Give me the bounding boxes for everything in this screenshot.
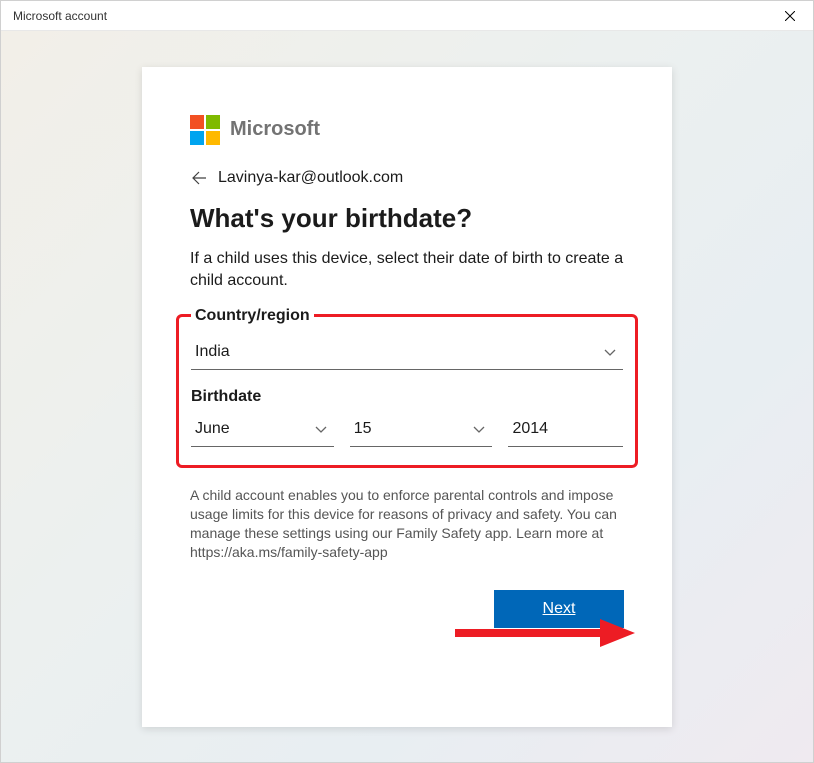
signup-card: Microsoft Lavinya-kar@outlook.com What's… [142, 67, 672, 727]
disclaimer-text: A child account enables you to enforce p… [190, 486, 624, 562]
chevron-down-icon [314, 422, 328, 436]
client-area: Microsoft Lavinya-kar@outlook.com What's… [1, 31, 813, 762]
brand-text: Microsoft [230, 118, 320, 141]
month-value: June [195, 420, 230, 438]
page-title: What's your birthdate? [190, 203, 624, 234]
year-value: 2014 [512, 420, 548, 438]
microsoft-logo-icon [190, 115, 220, 145]
chevron-down-icon [472, 422, 486, 436]
titlebar: Microsoft account [1, 1, 813, 31]
country-select[interactable]: India [191, 335, 623, 370]
month-select[interactable]: June [191, 412, 334, 447]
birthdate-row: June 15 2014 [191, 412, 623, 447]
arrow-left-icon [191, 170, 207, 186]
chevron-down-icon [603, 345, 617, 359]
brand-row: Microsoft [190, 115, 624, 145]
close-icon [785, 11, 795, 21]
window-close-button[interactable] [767, 1, 813, 31]
day-value: 15 [354, 420, 372, 438]
actions-row: Next [190, 590, 624, 628]
identity-email: Lavinya-kar@outlook.com [218, 169, 403, 187]
birthdate-label: Birthdate [191, 388, 623, 406]
page-subtext: If a child uses this device, select thei… [190, 248, 624, 293]
day-select[interactable]: 15 [350, 412, 493, 447]
window-title: Microsoft account [13, 9, 107, 23]
back-button[interactable] [190, 169, 208, 187]
next-button[interactable]: Next [494, 590, 624, 628]
app-window: Microsoft account Microsoft Lavinya-kar@… [0, 0, 814, 763]
country-label: Country/region [191, 307, 314, 325]
year-select[interactable]: 2014 [508, 412, 623, 447]
country-value: India [195, 343, 230, 361]
identity-row: Lavinya-kar@outlook.com [190, 169, 624, 187]
highlighted-fields: Country/region India Birthdate June 15 [176, 314, 638, 468]
